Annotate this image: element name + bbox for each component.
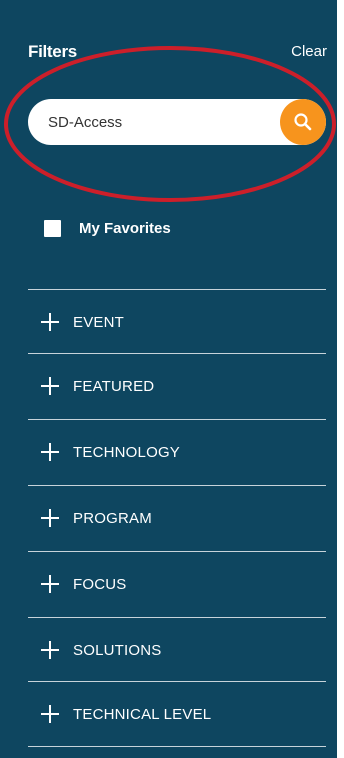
search-input[interactable] bbox=[48, 99, 288, 145]
plus-icon bbox=[41, 509, 59, 527]
accordion-label: FEATURED bbox=[73, 377, 155, 395]
divider bbox=[28, 746, 326, 747]
plus-icon bbox=[41, 641, 59, 659]
plus-icon bbox=[41, 575, 59, 593]
plus-icon bbox=[41, 377, 59, 395]
accordion-program[interactable]: PROGRAM bbox=[28, 486, 326, 550]
favorites-label: My Favorites bbox=[79, 219, 171, 237]
accordion-solutions[interactable]: SOLUTIONS bbox=[28, 618, 326, 682]
accordion-label: EVENT bbox=[73, 313, 125, 331]
accordion-technology[interactable]: TECHNOLOGY bbox=[28, 420, 326, 484]
accordion-label: TECHNOLOGY bbox=[73, 443, 181, 461]
accordion-event[interactable]: EVENT bbox=[28, 290, 326, 354]
search-button[interactable] bbox=[280, 99, 326, 145]
clear-filters-link[interactable]: Clear bbox=[291, 43, 327, 60]
filters-title: Filters bbox=[28, 42, 77, 61]
accordion-featured[interactable]: FEATURED bbox=[28, 354, 326, 418]
search-icon bbox=[294, 113, 312, 131]
accordion-label: TECHNICAL LEVEL bbox=[73, 705, 212, 723]
accordion-focus[interactable]: FOCUS bbox=[28, 552, 326, 616]
accordion-technical-level[interactable]: TECHNICAL LEVEL bbox=[28, 682, 326, 746]
favorites-checkbox[interactable] bbox=[44, 219, 61, 237]
accordion-label: FOCUS bbox=[73, 575, 127, 593]
search-box bbox=[28, 99, 326, 145]
plus-icon bbox=[41, 443, 59, 461]
plus-icon bbox=[41, 313, 59, 331]
plus-icon bbox=[41, 705, 59, 723]
accordion-label: PROGRAM bbox=[73, 509, 152, 527]
my-favorites-toggle[interactable]: My Favorites bbox=[44, 218, 171, 238]
filters-panel: Filters Clear My Favorites EVENT FEATURE… bbox=[0, 0, 337, 758]
accordion-label: SOLUTIONS bbox=[73, 641, 162, 659]
